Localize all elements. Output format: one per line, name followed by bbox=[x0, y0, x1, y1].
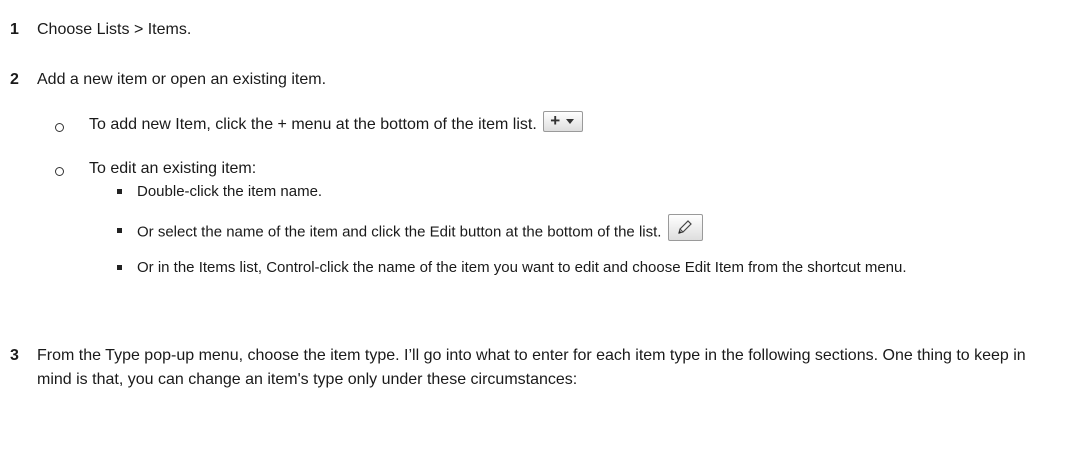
pencil-icon bbox=[667, 214, 703, 241]
step-number: 1 bbox=[10, 21, 19, 38]
step-text: From the Type pop-up menu, choose the it… bbox=[37, 347, 1026, 388]
step-number: 3 bbox=[10, 347, 19, 364]
bullet-text: Double-click the item name. bbox=[137, 183, 323, 200]
step-text: Add a new item or open an existing item. bbox=[37, 71, 327, 88]
square-bullet-icon bbox=[117, 189, 122, 194]
bullet-label: Or select the name of the item and click… bbox=[137, 223, 662, 241]
sub-item-text: To edit an existing item: bbox=[89, 160, 257, 177]
step-text: Choose Lists > Items. bbox=[37, 21, 192, 38]
square-bullet-icon bbox=[117, 265, 122, 270]
square-bullet-icon bbox=[117, 228, 122, 233]
bullet-text: Or select the name of the item and click… bbox=[137, 214, 1017, 246]
hollow-bullet-icon bbox=[55, 123, 64, 132]
hollow-bullet-icon bbox=[55, 167, 64, 176]
sub-item-text: To add new Item, click the + menu at the… bbox=[89, 111, 584, 137]
plus-icon: + bbox=[550, 111, 561, 131]
chevron-down-icon bbox=[566, 119, 575, 125]
add-menu-icon: + bbox=[543, 111, 584, 133]
bullet-text: Or in the Items list, Control-click the … bbox=[137, 259, 907, 276]
step-number: 2 bbox=[10, 71, 19, 88]
sub-item-label: To add new Item, click the + menu at the… bbox=[89, 116, 537, 133]
